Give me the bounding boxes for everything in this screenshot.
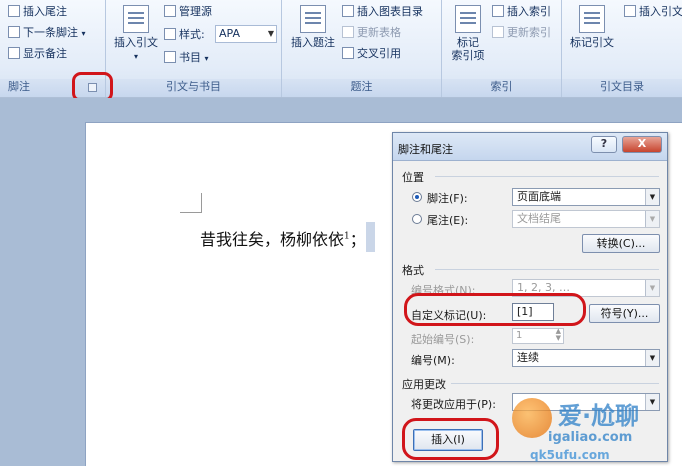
apply-to-label: 将更改应用于(P): [411,398,496,411]
next-footnote-button[interactable]: 下一条脚注 ▾ [8,26,86,41]
mark-citation-icon [579,5,605,33]
ribbon-group-citations: 插入引文 ▾ 管理源 样式: APA ▼ 书目 ▾ 引文与书目 [106,0,282,97]
ribbon-group-toa: 标记引文 插入引文 引文目录 [562,0,682,97]
cross-reference-icon [342,47,354,59]
close-button[interactable]: X [622,136,662,153]
show-notes-button[interactable]: 显示备注 [8,47,67,61]
ribbon-group-captions: 插入题注 插入图表目录 更新表格 交叉引用 题注 [282,0,442,97]
mark-entry-button[interactable]: 标记 索引项 [446,5,490,62]
group-label-citations: 引文与书目 [166,80,221,93]
convert-button[interactable]: 转换(C)... [582,234,660,253]
show-notes-icon [8,47,20,59]
chevron-down-icon: ▼ [645,280,659,296]
margin-corner-mark [180,193,202,213]
insert-table-of-figures-button[interactable]: 插入图表目录 [342,5,423,19]
update-index-icon [492,26,504,38]
ribbon-group-footnotes: 插入尾注 下一条脚注 ▾ 显示备注 脚注 [0,0,106,97]
dropdown-arrow-icon: ▾ [204,54,209,63]
ribbon-group-index: 标记 索引项 插入索引 更新索引 索引 [442,0,562,97]
manage-sources-icon [164,5,176,17]
insert-toa-button[interactable]: 插入引文 [624,5,682,19]
endnote-label: 尾注(E): [427,214,469,227]
group-label-toa: 引文目录 [600,80,644,93]
dialog-launcher-icon[interactable] [88,83,97,92]
cross-reference-button[interactable]: 交叉引用 [342,47,401,61]
dropdown-arrow-icon: ▾ [81,29,86,38]
footnote-radio[interactable] [412,192,422,202]
footnote-position-select[interactable]: 页面底端 ▼ [512,188,660,206]
spin-arrows-icon: ▲ ▼ [555,327,561,342]
insert-index-icon [492,5,504,17]
chevron-down-icon: ▼ [645,211,659,227]
watermark: 爱·尬聊 igaliao.com qk5ufu.com [512,390,682,466]
insert-toa-icon [624,5,636,17]
section-location: 位置 [402,171,424,184]
numbering-select[interactable]: 连续 ▼ [512,349,660,367]
endnote-position-select[interactable]: 文档结尾 ▼ [512,210,660,228]
insert-button[interactable]: 插入(I) [413,429,483,451]
dialog-titlebar[interactable]: 脚注和尾注 ? X [393,133,667,161]
section-format: 格式 [402,264,424,277]
update-table-button[interactable]: 更新表格 [342,26,401,40]
dialog-title: 脚注和尾注 [398,143,453,156]
number-format-select[interactable]: 1, 2, 3, … ▼ [512,279,660,297]
update-index-button[interactable]: 更新索引 [492,26,551,40]
ribbon: 插入尾注 下一条脚注 ▾ 显示备注 脚注 插入引文 ▾ 管理源 样式: APA ▼ … [0,0,682,97]
endnote-radio[interactable] [412,214,422,224]
symbol-button[interactable]: 符号(Y)... [589,304,660,323]
number-format-label: 编号格式(N): [411,284,476,297]
chevron-down-icon: ▼ [645,189,659,205]
text-selection [366,222,375,252]
numbering-label: 编号(M): [411,354,455,367]
table-of-figures-icon [342,5,354,17]
insert-caption-icon [300,5,326,33]
insert-citation-icon [123,5,149,33]
style-label: 样式: [164,28,205,42]
style-icon [164,28,176,40]
start-at-label: 起始编号(S): [411,333,475,346]
bibliography-button[interactable]: 书目 ▾ [164,51,209,66]
mark-citation-button[interactable]: 标记引文 [566,5,618,49]
manage-sources-button[interactable]: 管理源 [164,5,212,19]
insert-endnote-button[interactable]: 插入尾注 [8,5,67,19]
insert-caption-button[interactable]: 插入题注 [286,5,340,49]
bibliography-icon [164,51,176,63]
insert-endnote-icon [8,5,20,17]
insert-index-button[interactable]: 插入索引 [492,5,551,19]
mark-entry-icon [455,5,481,33]
footnote-label: 脚注(F): [427,192,468,205]
section-apply: 应用更改 [402,378,446,391]
next-footnote-icon [8,26,20,38]
custom-mark-label: 自定义标记(U): [411,309,487,322]
chevron-down-icon: ▼ [267,29,274,38]
custom-mark-input[interactable]: [1] [512,303,554,321]
group-label-index: 索引 [490,80,513,93]
update-table-icon [342,26,354,38]
dropdown-arrow-icon: ▾ [133,52,138,61]
help-button[interactable]: ? [591,136,617,153]
group-label-captions: 题注 [350,80,373,93]
watermark-logo-icon [512,398,552,438]
chevron-down-icon: ▼ [645,350,659,366]
document-text[interactable]: 昔我往矣，杨柳依依1； [200,226,366,250]
style-dropdown[interactable]: APA ▼ [215,25,277,43]
insert-citation-button[interactable]: 插入引文 ▾ [110,5,162,63]
start-at-spinner[interactable]: 1 ▲ ▼ [512,328,564,344]
